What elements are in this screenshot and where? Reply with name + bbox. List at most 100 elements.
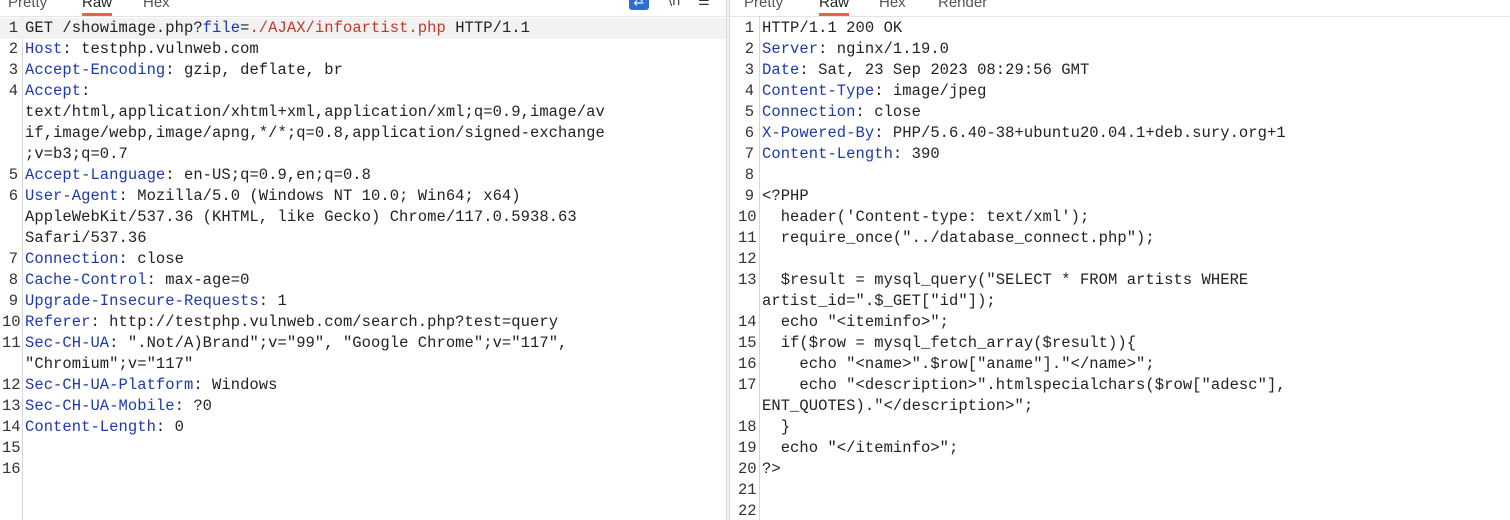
text-segment: echo "<name>".$row["aname"]."</name>";	[762, 355, 1155, 373]
line-number: 8	[744, 166, 754, 184]
line-content: Sec-CH-UA-Mobile: ?0	[25, 396, 212, 417]
text-segment: }	[762, 418, 791, 436]
code-line: 20 ?>	[730, 459, 1510, 480]
wrap-toggle-icon[interactable]: ⇄	[629, 0, 649, 10]
tab-raw[interactable]: Raw	[82, 0, 113, 16]
code-line: 19 echo "</iteminfo>";	[730, 438, 1510, 459]
text-segment: header('Content-type: text/xml');	[762, 208, 1090, 226]
header-name: Cache-Control	[25, 271, 147, 289]
code-line: 13 Sec-CH-UA-Mobile: ?0	[0, 396, 726, 417]
text-segment: : close	[118, 250, 184, 268]
header-name: Sec-CH-UA-Platform	[25, 376, 194, 394]
header-name: Accept-Encoding	[25, 61, 166, 79]
newline-toggle-icon[interactable]: \n	[664, 0, 684, 10]
code-line: 2 Host: testphp.vulnweb.com	[0, 39, 726, 60]
code-line: 13 $result = mysql_query("SELECT * FROM …	[730, 270, 1510, 291]
response-editor[interactable]: 1 HTTP/1.1 200 OK 2 Server: nginx/1.19.0 3 Da…	[730, 18, 1510, 520]
line-number: 14	[2, 418, 21, 436]
text-segment: :	[81, 82, 91, 100]
tab-hex[interactable]: Hex	[879, 0, 906, 13]
text-segment: <?PHP	[762, 187, 809, 205]
code-line: 21	[730, 480, 1510, 501]
line-content: Safari/537.36	[25, 228, 147, 249]
code-line: 3 Date: Sat, 23 Sep 2023 08:29:56 GMT	[730, 60, 1510, 81]
tab-hex[interactable]: Hex	[143, 0, 170, 13]
code-line: 1 GET /showimage.php?file=./AJAX/infoarti…	[0, 18, 726, 39]
code-line: 5 Connection: close	[730, 102, 1510, 123]
text-segment: : Sat, 23 Sep 2023 08:29:56 GMT	[799, 61, 1090, 79]
header-name: Server	[762, 40, 819, 58]
line-number: 12	[738, 250, 757, 268]
text-segment: AppleWebKit/537.36 (KHTML, like Gecko) C…	[25, 208, 577, 226]
line-number: 17	[738, 376, 757, 394]
line-content: Content-Type: image/jpeg	[762, 81, 986, 102]
line-content: echo "<name>".$row["aname"]."</name>";	[762, 354, 1155, 375]
code-line: 10 Referer: http://testphp.vulnweb.com/se…	[0, 312, 726, 333]
code-line: artist_id=".$_GET["id"]);	[730, 291, 1510, 312]
line-number: 6	[744, 124, 754, 142]
line-number: 15	[738, 334, 757, 352]
line-number: 11	[2, 334, 21, 352]
line-number: 2	[744, 40, 754, 58]
text-segment: : 390	[892, 145, 940, 163]
line-number: 5	[8, 166, 18, 184]
request-editor[interactable]: 1 GET /showimage.php?file=./AJAX/infoarti…	[0, 18, 726, 520]
text-segment: : close	[855, 103, 921, 121]
line-content: AppleWebKit/537.36 (KHTML, like Gecko) C…	[25, 207, 577, 228]
header-name: Sec-CH-UA-Mobile	[25, 397, 175, 415]
line-content: Sec-CH-UA: ".Not/A)Brand";v="99", "Googl…	[25, 333, 567, 354]
line-number: 1	[744, 19, 754, 37]
code-line: if,image/webp,image/apng,*/*;q=0.8,appli…	[0, 123, 726, 144]
line-content: X-Powered-By: PHP/5.6.40-38+ubuntu20.04.…	[762, 123, 1286, 144]
line-content: header('Content-type: text/xml');	[762, 207, 1090, 228]
code-line: 7 Connection: close	[0, 249, 726, 270]
code-line: 9 Upgrade-Insecure-Requests: 1	[0, 291, 726, 312]
header-name: Upgrade-Insecure-Requests	[25, 292, 259, 310]
line-content: text/html,application/xhtml+xml,applicat…	[25, 102, 605, 123]
text-segment: GET /showimage.php?	[25, 19, 203, 37]
code-line: "Chromium";v="117"	[0, 354, 726, 375]
code-line: 18 }	[730, 417, 1510, 438]
code-line: ENT_QUOTES)."</description>";	[730, 396, 1510, 417]
line-content: Host: testphp.vulnweb.com	[25, 39, 259, 60]
param-value: ./AJAX/infoartist.php	[249, 19, 446, 37]
code-line: 16	[0, 459, 726, 480]
text-segment: artist_id=".$_GET["id"]);	[762, 292, 996, 310]
line-content: Accept-Language: en-US;q=0.9,en;q=0.8	[25, 165, 371, 186]
line-content: Connection: close	[25, 249, 184, 270]
line-content: ENT_QUOTES)."</description>";	[762, 396, 1033, 417]
code-line: 10 header('Content-type: text/xml');	[730, 207, 1510, 228]
text-segment: echo "</iteminfo>";	[762, 439, 959, 457]
text-segment: ;v=b3;q=0.7	[25, 145, 128, 163]
menu-icon[interactable]: ☰	[694, 0, 714, 10]
line-content: Accept-Encoding: gzip, deflate, br	[25, 60, 343, 81]
text-segment: : PHP/5.6.40-38+ubuntu20.04.1+deb.sury.o…	[874, 124, 1286, 142]
text-segment: HTTP/1.1	[445, 19, 531, 37]
tab-pretty[interactable]: Pretty	[8, 0, 47, 13]
line-number: 9	[8, 292, 18, 310]
tab-pretty[interactable]: Pretty	[744, 0, 783, 13]
text-segment: : gzip, deflate, br	[165, 61, 343, 79]
line-content: if,image/webp,image/apng,*/*;q=0.8,appli…	[25, 123, 605, 144]
line-number: 5	[744, 103, 754, 121]
line-number: 15	[2, 439, 21, 457]
header-name: Accept-Language	[25, 166, 166, 184]
line-content: Cache-Control: max-age=0	[25, 270, 249, 291]
header-name: X-Powered-By	[762, 124, 875, 142]
tab-raw[interactable]: Raw	[819, 0, 850, 16]
line-content: <?PHP	[762, 186, 809, 207]
text-segment: ?>	[762, 460, 781, 478]
text-segment: : nginx/1.19.0	[818, 40, 950, 58]
code-line: 6 User-Agent: Mozilla/5.0 (Windows NT 10.…	[0, 186, 726, 207]
header-name: Content-Type	[762, 82, 875, 100]
text-segment: : 0	[155, 418, 184, 436]
code-line: 15	[0, 438, 726, 459]
line-number: 9	[744, 187, 754, 205]
text-segment: $result = mysql_query("SELECT * FROM art…	[762, 271, 1249, 289]
line-content: Server: nginx/1.19.0	[762, 39, 949, 60]
line-content: if($row = mysql_fetch_array($result)){	[762, 333, 1136, 354]
tab-render[interactable]: Render	[938, 0, 987, 13]
header-name: Content-Length	[25, 418, 156, 436]
line-content: $result = mysql_query("SELECT * FROM art…	[762, 270, 1249, 291]
code-line: 11 require_once("../database_connect.php…	[730, 228, 1510, 249]
